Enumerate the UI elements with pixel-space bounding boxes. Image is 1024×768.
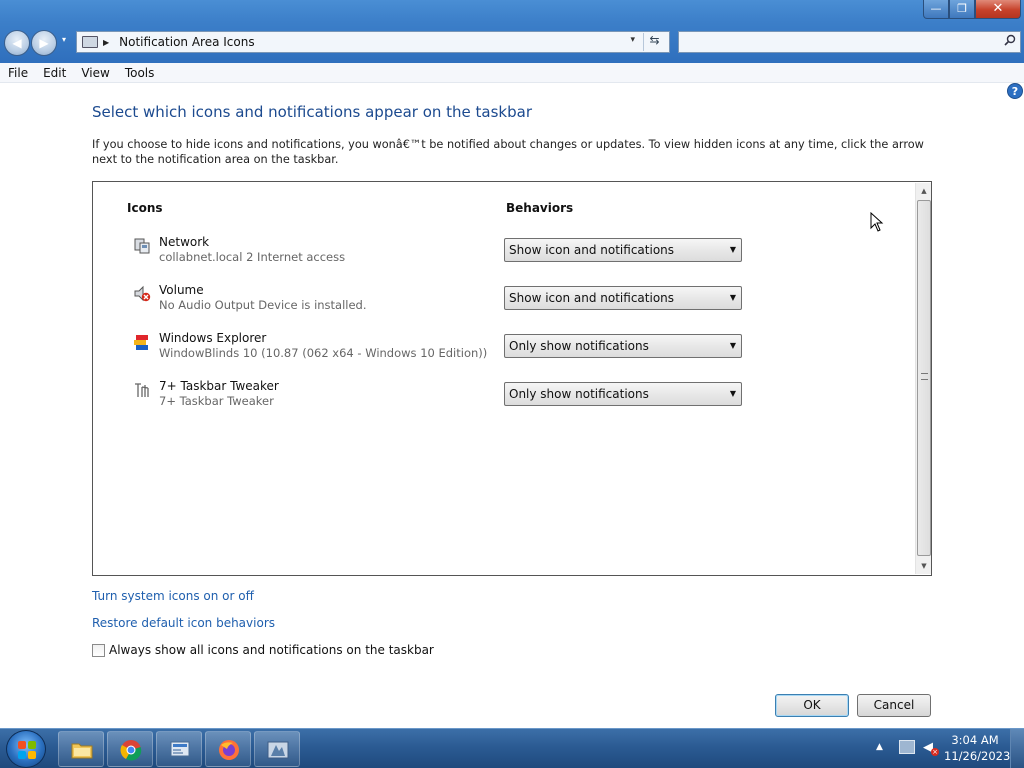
- dropdown-arrow-icon: ▼: [729, 293, 736, 302]
- list-scrollbar[interactable]: ▲ ▼: [915, 183, 931, 574]
- title-bar: — ❐ ✕ ◀ ▶ ▾ ▶ Notification Area Icons ▾ …: [0, 0, 1024, 63]
- scroll-thumb[interactable]: [917, 200, 931, 556]
- list-item: Network collabnet.local 2 Internet acces…: [93, 234, 913, 274]
- icons-column-header: Icons: [127, 201, 163, 215]
- address-dropdown-icon[interactable]: ▾: [630, 35, 635, 45]
- folder-icon: [71, 743, 93, 759]
- taskbar-control-panel[interactable]: [156, 731, 202, 767]
- list-item: 7+ Taskbar Tweaker 7+ Taskbar Tweaker On…: [93, 378, 913, 418]
- maximize-button[interactable]: ❐: [949, 0, 975, 19]
- chrome-icon: [120, 740, 142, 761]
- show-desktop-button[interactable]: [1010, 729, 1024, 768]
- taskbar-tweaker-icon: [135, 383, 149, 397]
- scroll-grip-icon: [921, 373, 928, 380]
- scroll-up-button[interactable]: ▲: [916, 183, 932, 199]
- taskbar: ▲ ◀ × 3:04 AM 11/26/2023: [0, 728, 1024, 768]
- start-button[interactable]: [6, 730, 46, 768]
- volume-icon: [134, 285, 151, 302]
- icon-name: Network: [159, 235, 210, 249]
- icon-name: 7+ Taskbar Tweaker: [159, 379, 279, 393]
- icon-description: 7+ Taskbar Tweaker: [159, 394, 274, 408]
- icon-description: WindowBlinds 10 (10.87 (062 x64 - Window…: [159, 346, 488, 360]
- taskbar-clock[interactable]: 3:04 AM 11/26/2023: [944, 732, 1011, 764]
- taskbar-chrome[interactable]: [107, 731, 153, 767]
- windowblinds-icon: [134, 335, 148, 350]
- computer-icon: [82, 36, 98, 48]
- breadcrumb-arrow-icon[interactable]: ▶: [103, 38, 109, 47]
- mouse-cursor-icon: [870, 212, 884, 232]
- page-title: Select which icons and notifications app…: [92, 103, 532, 121]
- dropdown-arrow-icon: ▼: [729, 245, 736, 254]
- clock-time: 3:04 AM: [951, 733, 999, 747]
- close-button[interactable]: ✕: [975, 0, 1021, 19]
- behavior-value: Only show notifications: [509, 339, 649, 353]
- behavior-select-network[interactable]: Show icon and notifications ▼: [504, 238, 742, 262]
- icon-description: No Audio Output Device is installed.: [159, 298, 367, 312]
- recent-pages-dropdown[interactable]: ▾: [62, 35, 66, 44]
- breadcrumb[interactable]: Notification Area Icons: [119, 35, 254, 49]
- control-panel-icon: [170, 741, 190, 757]
- menu-tools[interactable]: Tools: [125, 66, 155, 80]
- restore-defaults-link[interactable]: Restore default icon behaviors: [92, 616, 275, 630]
- behavior-value: Show icon and notifications: [509, 243, 675, 257]
- dropdown-arrow-icon: ▼: [729, 341, 736, 350]
- menu-bar: File Edit View Tools: [0, 63, 1024, 83]
- always-show-checkbox[interactable]: [92, 643, 105, 657]
- behavior-select-volume[interactable]: Show icon and notifications ▼: [504, 286, 742, 310]
- icon-description: collabnet.local 2 Internet access: [159, 250, 346, 264]
- behaviors-column-header: Behaviors: [506, 201, 574, 215]
- behavior-select-windows-explorer[interactable]: Only show notifications ▼: [504, 334, 742, 358]
- icon-name: Windows Explorer: [159, 331, 267, 345]
- behavior-select-taskbar-tweaker[interactable]: Only show notifications ▼: [504, 382, 742, 406]
- behavior-value: Show icon and notifications: [509, 291, 675, 305]
- windows-logo-icon: [18, 741, 36, 759]
- turn-system-icons-link[interactable]: Turn system icons on or off: [92, 589, 254, 603]
- address-bar[interactable]: ▶ Notification Area Icons ▾ ⇆: [76, 31, 670, 53]
- forward-button[interactable]: ▶: [31, 30, 57, 56]
- navigation-buttons: ◀ ▶: [4, 30, 58, 56]
- behavior-value: Only show notifications: [509, 387, 649, 401]
- notification-icons-list: Icons Behaviors Network collabnet.local …: [92, 181, 932, 576]
- cancel-button[interactable]: Cancel: [857, 694, 931, 717]
- always-show-checkbox-row[interactable]: Always show all icons and notifications …: [92, 643, 434, 657]
- icon-name: Volume: [159, 283, 204, 297]
- help-icon[interactable]: ?: [1007, 83, 1023, 99]
- list-item: Volume No Audio Output Device is install…: [93, 282, 913, 322]
- always-show-label[interactable]: Always show all icons and notifications …: [109, 643, 434, 657]
- window-controls: — ❐ ✕: [923, 0, 1021, 19]
- minimize-button[interactable]: —: [923, 0, 949, 19]
- taskbar-tweaker-icon: [267, 741, 289, 759]
- tray-network-icon[interactable]: [899, 740, 915, 754]
- scroll-down-button[interactable]: ▼: [916, 558, 932, 574]
- tray-volume-error-icon: ×: [931, 748, 939, 756]
- search-icon[interactable]: [1004, 34, 1016, 46]
- menu-file[interactable]: File: [8, 66, 28, 80]
- ok-button[interactable]: OK: [775, 694, 849, 717]
- page-description: If you choose to hide icons and notifica…: [92, 138, 924, 166]
- taskbar-file-explorer[interactable]: [58, 731, 104, 767]
- refresh-icon[interactable]: ⇆: [643, 33, 665, 51]
- taskbar-firefox[interactable]: [205, 731, 251, 767]
- show-hidden-icons-button[interactable]: ▲: [876, 742, 883, 752]
- menu-view[interactable]: View: [81, 66, 109, 80]
- dropdown-arrow-icon: ▼: [729, 389, 736, 398]
- list-item: Windows Explorer WindowBlinds 10 (10.87 …: [93, 330, 913, 370]
- network-icon: [134, 238, 150, 254]
- taskbar-taskbar-tweaker[interactable]: [254, 731, 300, 767]
- firefox-icon: [219, 740, 239, 760]
- back-button[interactable]: ◀: [4, 30, 30, 56]
- clock-date: 11/26/2023: [944, 749, 1011, 763]
- menu-edit[interactable]: Edit: [43, 66, 66, 80]
- search-input[interactable]: [678, 31, 1021, 53]
